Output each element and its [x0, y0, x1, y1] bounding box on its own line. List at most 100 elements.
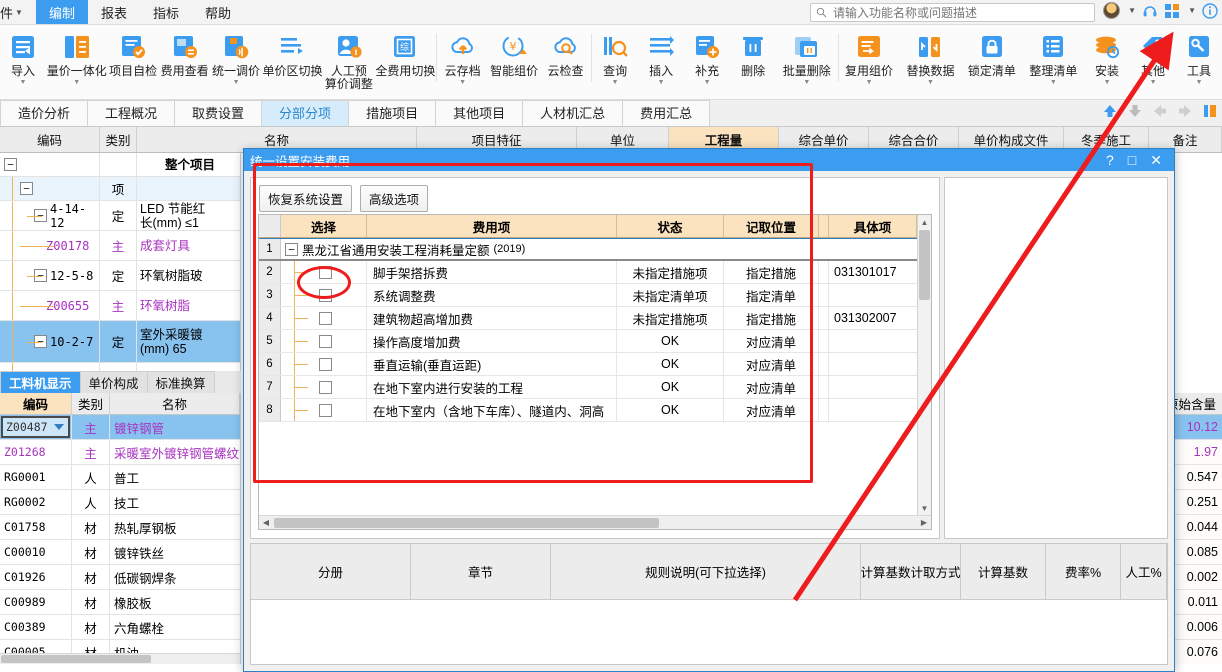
table-row[interactable]: Z00487 主 镀锌钢管	[0, 363, 240, 371]
table-row[interactable]: − 10-2-7 定 室外采暖镀 (mm) 65	[0, 321, 240, 363]
table-row[interactable]: C01758 材 热轧厚钢板	[0, 515, 240, 540]
chevron-down-icon[interactable]: ▼	[803, 79, 810, 87]
dialog-grid-vscrollbar[interactable]: ▲ ▼	[917, 215, 931, 515]
chevron-down-icon[interactable]: ▼	[1128, 6, 1136, 15]
ribbon-replace-data[interactable]: 替换数据 ▼	[900, 28, 961, 87]
tab-fee-summary[interactable]: 费用汇总	[622, 100, 711, 126]
chevron-down-icon[interactable]: ▼	[658, 79, 665, 87]
table-row[interactable]: C00389 材 六角螺栓	[0, 615, 240, 640]
ribbon-query[interactable]: 查询 ▼	[592, 28, 638, 87]
scroll-right-icon[interactable]: ▶	[917, 516, 931, 529]
ribbon-lock-list[interactable]: 锁定清单	[961, 28, 1022, 78]
table-row[interactable]: RG0001 人 普工	[0, 465, 240, 490]
menu-item-compile[interactable]: 编制	[35, 0, 88, 24]
chevron-down-icon[interactable]: ▼	[233, 79, 240, 87]
table-row[interactable]: − 12-5-8 定 环氧树脂玻	[0, 261, 240, 291]
row-checkbox[interactable]	[319, 265, 332, 279]
ribbon-self-check[interactable]: 项目自检	[107, 28, 158, 78]
close-icon[interactable]: ✕	[1150, 153, 1162, 167]
column-header-base[interactable]: 计算基数	[961, 544, 1046, 599]
chevron-down-icon[interactable]: ▼	[1150, 79, 1157, 87]
select-cell[interactable]	[281, 284, 367, 306]
ribbon-tools[interactable]: 工具 ▼	[1176, 28, 1222, 87]
table-row[interactable]: 8 在地下室内（含地下车库）、隧道内、洞高 OK 对应清单	[259, 399, 931, 422]
scroll-thumb[interactable]	[919, 230, 930, 300]
table-row[interactable]: − 项	[0, 177, 240, 201]
advanced-options-button[interactable]: 高级选项	[360, 185, 429, 212]
ribbon-organize-list[interactable]: 整理清单 ▼	[1023, 28, 1084, 87]
tab-fee-settings[interactable]: 取费设置	[174, 100, 263, 126]
expander-icon[interactable]: −	[285, 242, 298, 256]
expander-icon[interactable]: −	[20, 182, 33, 195]
scroll-up-icon[interactable]: ▲	[918, 215, 931, 229]
table-row[interactable]: 7 在地下室内进行安装的工程 OK 对应清单	[259, 376, 931, 399]
chevron-down-icon[interactable]: ▼	[459, 79, 466, 87]
column-header-rule-desc[interactable]: 规则说明(可下拉选择)	[551, 544, 861, 599]
table-row[interactable]: 4 建筑物超高增加费 未指定措施项 指定措施 031302007	[259, 307, 931, 330]
chevron-down-icon[interactable]: ▼	[866, 79, 873, 87]
help-icon[interactable]: ?	[1106, 153, 1114, 167]
column-header-chapter[interactable]: 章节	[411, 544, 551, 599]
table-row[interactable]: Z00487 主 镀锌钢管	[0, 415, 240, 440]
select-cell[interactable]	[281, 307, 367, 329]
table-row[interactable]: Z00655 主 环氧树脂	[0, 291, 240, 321]
table-row[interactable]: 5 操作高度增加费 OK 对应清单	[259, 330, 931, 353]
select-cell[interactable]	[281, 376, 367, 398]
row-checkbox[interactable]	[319, 357, 332, 371]
row-checkbox[interactable]	[319, 311, 332, 325]
ribbon-fee-view[interactable]: 费用查看	[159, 28, 210, 78]
chevron-down-icon[interactable]: ▼	[1196, 79, 1203, 87]
dialog-title-bar[interactable]: 统一设置安装费用 ? □ ✕	[244, 149, 1174, 171]
row-checkbox[interactable]	[319, 288, 332, 302]
table-row[interactable]: 2 脚手架搭拆费 未指定措施项 指定措施 031301017	[259, 261, 931, 284]
chevron-down-icon[interactable]	[54, 424, 64, 430]
scroll-left-icon[interactable]: ◀	[259, 516, 273, 529]
column-header-code[interactable]: 编码	[0, 127, 100, 152]
ribbon-price-integration[interactable]: 量价一体化 ▼	[46, 28, 107, 87]
table-row[interactable]: 6 垂直运输(垂直运距) OK 对应清单	[259, 353, 931, 376]
ribbon-unified-price[interactable]: 统一调价 ▼	[210, 28, 261, 87]
ribbon-delete[interactable]: 删除	[730, 28, 776, 78]
ribbon-cloud-archive[interactable]: 云存档 ▼	[437, 28, 488, 87]
tab-measure-items[interactable]: 措施项目	[348, 100, 437, 126]
tab-resource-display[interactable]: 工料机显示	[0, 371, 81, 393]
dialog-fee-grid[interactable]: 选择 费用项 状态 记取位置 具体项 1 − 黑龙江省通用安装工程消耗量定额 (…	[258, 214, 932, 530]
tab-project-overview[interactable]: 工程概况	[87, 100, 176, 126]
resource-grid-hscrollbar[interactable]	[0, 653, 240, 664]
resource-grid[interactable]: 编码 类别 名称 Z00487 主 镀锌钢管 Z01268 主 采暖室外镀锌钢管…	[0, 393, 241, 664]
chevron-down-icon[interactable]: ▼	[1104, 79, 1111, 87]
table-row[interactable]: Z00178 主 成套灯具	[0, 231, 240, 261]
table-row[interactable]: 1 − 黑龙江省通用安装工程消耗量定额 (2019)	[259, 238, 931, 261]
column-settings-icon[interactable]	[1202, 103, 1218, 119]
tab-subsection-items[interactable]: 分部分项	[261, 100, 350, 126]
column-header-status[interactable]: 状态	[617, 215, 724, 237]
move-left-icon[interactable]	[1152, 103, 1168, 119]
info-icon[interactable]	[1202, 2, 1218, 19]
column-header-position[interactable]: 记取位置	[724, 215, 819, 237]
table-row[interactable]: C00989 材 橡胶板	[0, 590, 240, 615]
ribbon-reuse-pricing[interactable]: 复用组价 ▼	[838, 28, 899, 87]
column-header-base-method[interactable]: 计算基数计取方式	[861, 544, 961, 599]
chevron-down-icon[interactable]: ▼	[1050, 79, 1057, 87]
select-cell[interactable]	[281, 399, 367, 421]
resource-cell-code[interactable]: Z00487	[0, 415, 72, 439]
column-header-fee-item[interactable]: 费用项	[367, 215, 617, 237]
ribbon-supplement[interactable]: 补充 ▼	[684, 28, 730, 87]
column-header-code[interactable]: 编码	[0, 393, 72, 414]
search-input[interactable]	[831, 4, 1089, 21]
ribbon-smart-pricing[interactable]: ¥ 智能组价	[488, 28, 539, 78]
menu-item-file[interactable]: 件 ▼	[0, 0, 36, 24]
global-search[interactable]	[810, 3, 1095, 22]
table-row[interactable]: C00010 材 镀锌铁丝	[0, 540, 240, 565]
table-row[interactable]: Z01268 主 采暖室外镀锌钢管螺纹管	[0, 440, 240, 465]
row-checkbox[interactable]	[319, 380, 332, 394]
restore-system-settings-button[interactable]: 恢复系统设置	[259, 185, 353, 212]
move-right-icon[interactable]	[1177, 103, 1193, 119]
ribbon-install[interactable]: 安装 ▼	[1084, 28, 1130, 87]
avatar[interactable]	[1103, 2, 1121, 19]
tab-cost-analysis[interactable]: 造价分析	[0, 100, 89, 126]
maximize-icon[interactable]: □	[1128, 153, 1136, 167]
chevron-down-icon[interactable]: ▼	[704, 79, 711, 87]
column-header-rate[interactable]: 费率%	[1046, 544, 1121, 599]
select-cell[interactable]	[281, 330, 367, 352]
